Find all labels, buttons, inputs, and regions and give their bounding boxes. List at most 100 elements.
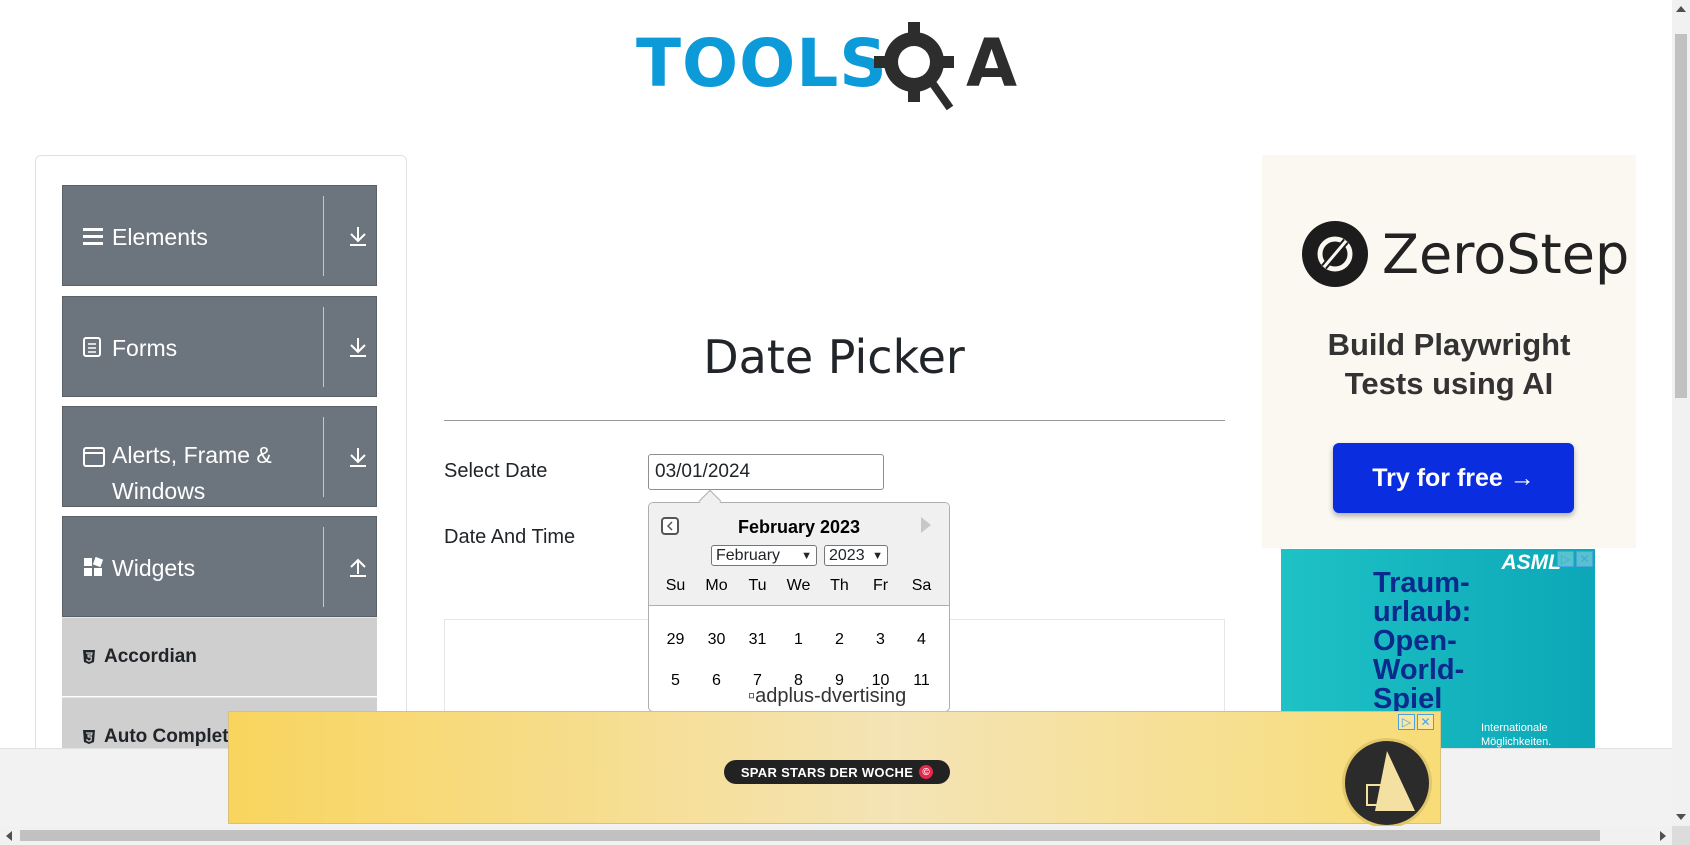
- upload-arrow-icon[interactable]: [343, 517, 373, 616]
- scroll-right-icon[interactable]: [1660, 831, 1666, 841]
- month-select-value: February: [716, 546, 781, 564]
- ad-choices[interactable]: ▷ ✕: [1398, 714, 1434, 730]
- month-select[interactable]: February ▼: [711, 545, 817, 566]
- mascot-icon: [1366, 751, 1415, 811]
- day-cell[interactable]: 4: [901, 631, 942, 649]
- sidebar-item-label: Accordian: [104, 646, 197, 667]
- datepicker-header: February 2023 February ▼ 2023 ▼ Su Mo Tu…: [649, 503, 949, 606]
- hamburger-icon: [83, 186, 103, 285]
- dow-label: Sa: [911, 577, 932, 594]
- sidebar-group-label: Elements: [112, 224, 208, 250]
- dow-label: Th: [830, 577, 849, 594]
- sidebar-group-label: Alerts, Frame & Windows: [112, 442, 272, 504]
- ad-choices[interactable]: ▷ ✕: [1557, 551, 1593, 567]
- day-cell[interactable]: 3: [860, 631, 901, 649]
- asml-headline-line: Traum-: [1373, 567, 1470, 599]
- html5-icon: [82, 649, 96, 665]
- horizontal-scroll-thumb[interactable]: [20, 830, 1600, 841]
- dow-label: Su: [665, 577, 686, 594]
- year-select[interactable]: 2023 ▼: [824, 545, 888, 566]
- sidebar-group-widgets[interactable]: Widgets: [62, 516, 377, 617]
- vertical-scroll-thumb[interactable]: [1675, 34, 1687, 398]
- download-arrow-icon[interactable]: [343, 407, 373, 506]
- asml-small-text: Internationale Möglichkeiten.: [1481, 721, 1551, 749]
- datepicker-popup: February 2023 February ▼ 2023 ▼ Su Mo Tu…: [648, 502, 950, 712]
- chevron-down-icon: ▼: [801, 549, 812, 562]
- day-of-week-row: Su Mo Tu We Th Fr Sa: [655, 577, 945, 595]
- chevron-down-icon: ▼: [872, 549, 883, 562]
- day-cell[interactable]: 31: [737, 631, 778, 649]
- download-arrow-icon[interactable]: [343, 297, 373, 396]
- broken-image-alt: adplus-dvertising: [755, 685, 907, 707]
- scroll-up-icon[interactable]: [1676, 6, 1686, 12]
- asml-headline-line: Spiel: [1373, 683, 1443, 715]
- day-cell[interactable]: 11: [901, 672, 942, 690]
- zerostep-line-1: Build Playwright: [1327, 327, 1571, 362]
- banner-mascot: [1342, 738, 1432, 828]
- widgets-icon: [83, 517, 103, 616]
- asml-small-line: Möglichkeiten.: [1481, 736, 1552, 748]
- svg-text:A: A: [966, 25, 1017, 102]
- page-title: Date Picker: [703, 330, 965, 384]
- sidebar-group-label: Widgets: [112, 555, 196, 581]
- close-icon[interactable]: ✕: [1576, 551, 1593, 567]
- toolsqa-logo-graphic: TOOLS A: [636, 22, 1017, 111]
- scrollbar-corner: [1672, 826, 1690, 845]
- html5-icon: [82, 729, 96, 745]
- dow-label: We: [786, 577, 811, 594]
- sidebar-item-label: Auto Complete: [104, 726, 240, 747]
- current-month-label: February 2023: [737, 517, 861, 537]
- bottom-banner-ad[interactable]: ▷ ✕ SPAR STARS DER WOCHE ©: [228, 711, 1441, 828]
- zerostep-line-2: Tests using AI: [1344, 366, 1554, 401]
- zerostep-ad[interactable]: ZeroStep Build Playwright Tests using AI…: [1262, 155, 1636, 548]
- group-separator: [323, 196, 324, 276]
- select-date-input[interactable]: [648, 454, 884, 490]
- asml-headline-line: urlaub:: [1373, 596, 1472, 628]
- zerostep-logo-icon: [1302, 221, 1368, 287]
- day-cell[interactable]: 1: [778, 631, 819, 649]
- scroll-left-icon[interactable]: [6, 831, 12, 841]
- asml-small-line: Internationale: [1481, 722, 1548, 734]
- asml-brand: ASML: [1501, 551, 1562, 574]
- day-cell[interactable]: 2: [819, 631, 860, 649]
- window-icon: [83, 407, 105, 506]
- sidebar-group-alerts[interactable]: Alerts, Frame & Windows: [62, 406, 377, 507]
- close-icon[interactable]: ✕: [1417, 714, 1434, 730]
- title-divider: [444, 420, 1225, 421]
- date-and-time-label: Date And Time: [444, 526, 576, 548]
- group-separator: [323, 417, 324, 497]
- sidebar-group-forms[interactable]: Forms: [62, 296, 377, 397]
- adchoices-icon[interactable]: ▷: [1557, 551, 1574, 567]
- broken-ad-image: ▫adplus-dvertising: [748, 685, 907, 708]
- day-cell[interactable]: 30: [696, 631, 737, 649]
- asml-headline: Traum- urlaub: Open- World- Spiel: [1373, 569, 1471, 714]
- dow-label: Fr: [872, 577, 889, 594]
- document-icon: [83, 297, 101, 396]
- sidebar-group-elements[interactable]: Elements: [62, 185, 377, 286]
- try-for-free-button[interactable]: Try for free →: [1333, 443, 1574, 513]
- copyright-icon: ©: [919, 765, 934, 779]
- select-date-label: Select Date: [444, 460, 548, 482]
- asml-headline-line: World-: [1373, 654, 1465, 686]
- sidebar-item-accordian[interactable]: Accordian: [62, 617, 377, 696]
- next-month-button[interactable]: [921, 517, 931, 533]
- day-cell[interactable]: 5: [655, 672, 696, 690]
- dow-label: Mo: [705, 577, 728, 594]
- zerostep-logo: ZeroStep: [1302, 221, 1629, 287]
- download-arrow-icon[interactable]: [343, 186, 373, 285]
- sidebar-group-label: Forms: [112, 335, 178, 361]
- day-cell[interactable]: 29: [655, 631, 696, 649]
- dow-label: Tu: [748, 577, 767, 594]
- adchoices-icon[interactable]: ▷: [1398, 714, 1415, 730]
- day-cell[interactable]: 6: [696, 672, 737, 690]
- horizontal-scrollbar[interactable]: [0, 826, 1672, 845]
- banner-pill-text: SPAR STARS DER WOCHE: [740, 764, 914, 780]
- zerostep-brand: ZeroStep: [1382, 222, 1630, 286]
- group-separator: [323, 307, 324, 387]
- scroll-down-icon[interactable]: [1676, 814, 1686, 820]
- svg-text:TOOLS: TOOLS: [636, 25, 888, 102]
- group-separator: [323, 527, 324, 607]
- vertical-scrollbar[interactable]: [1672, 0, 1690, 826]
- toolsqa-logo[interactable]: TOOLS A: [636, 20, 1038, 112]
- asml-headline-line: Open-: [1373, 625, 1457, 657]
